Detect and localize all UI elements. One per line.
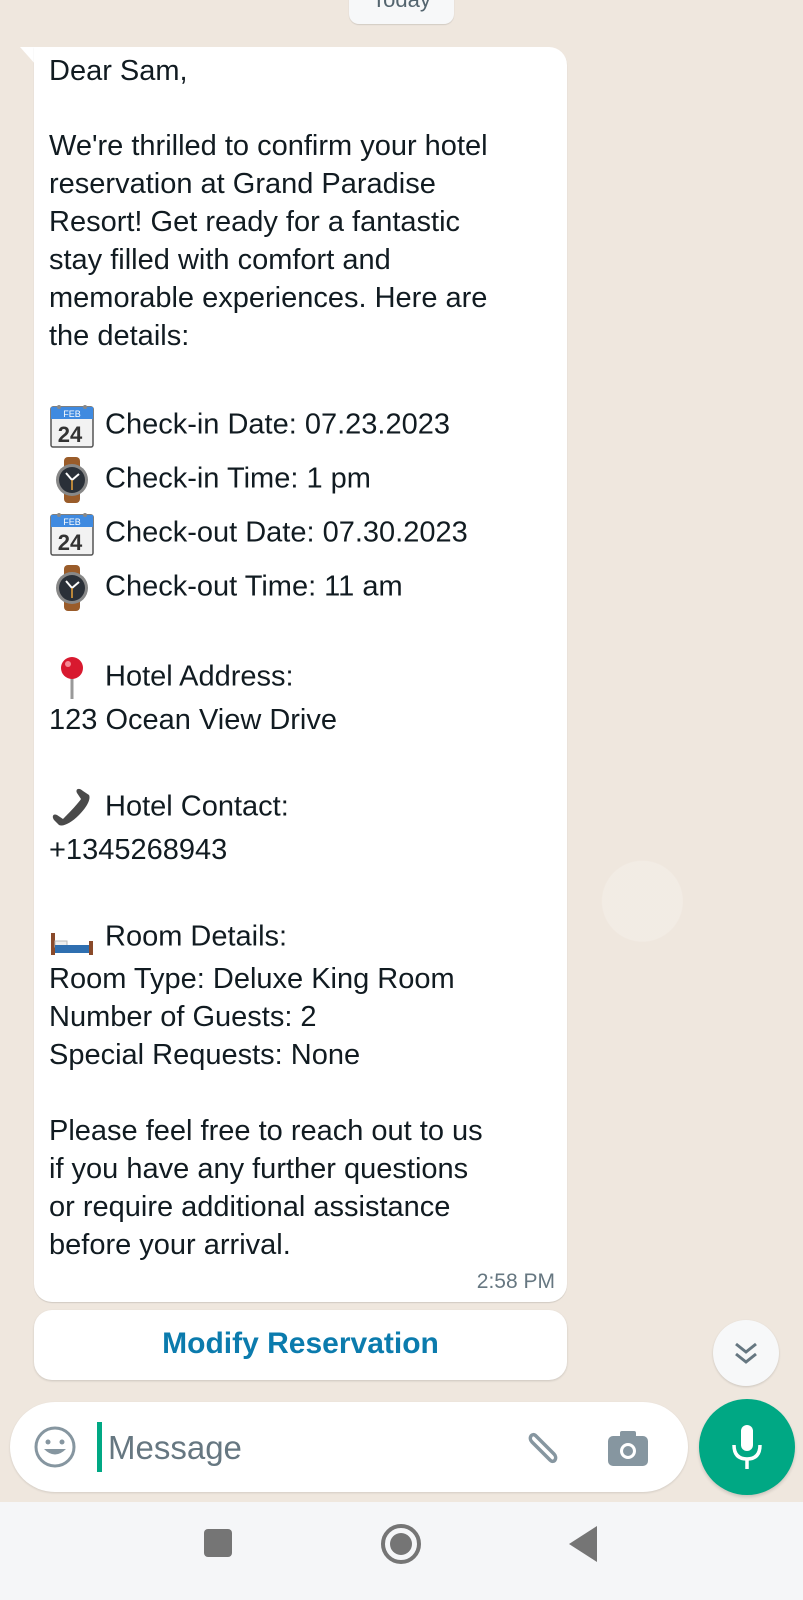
room-heading: Room Details: [49, 915, 287, 961]
detail-text: Check-in Time: 1 pm [105, 462, 371, 495]
svg-text:FEB: FEB [63, 409, 81, 419]
message-composer [10, 1402, 688, 1492]
system-navigation-bar [0, 1502, 803, 1600]
detail-checkout-date: FEB 24 Check-out Date: 07.30.2023 [49, 511, 468, 557]
closing-line: or require additional assistance [49, 1191, 451, 1223]
double-chevron-down-icon [735, 1342, 757, 1364]
intro-line: the details: [49, 320, 190, 352]
text-cursor [97, 1422, 102, 1472]
room-line: Special Requests: None [49, 1039, 361, 1071]
calendar-icon: FEB 24 [49, 511, 97, 557]
recents-icon[interactable] [202, 1527, 234, 1559]
telephone-receiver-icon [49, 785, 97, 831]
greeting: Dear Sam, [49, 55, 188, 87]
detail-text: Check-in Date: 07.23.2023 [105, 408, 450, 441]
room-line: Number of Guests: 2 [49, 1001, 317, 1033]
room-line: Room Type: Deluxe King Room [49, 963, 455, 995]
intro-line: reservation at Grand Paradise [49, 168, 436, 200]
microphone-icon [732, 1425, 762, 1469]
emoji-icon[interactable] [32, 1424, 78, 1470]
detail-checkin-date: FEB 24 Check-in Date: 07.23.2023 [49, 403, 450, 449]
svg-text:FEB: FEB [63, 517, 81, 527]
scroll-to-bottom-button[interactable] [713, 1320, 779, 1386]
voice-message-button[interactable] [699, 1399, 795, 1495]
detail-text: Check-out Date: 07.30.2023 [105, 516, 468, 549]
date-chip: Today [349, 0, 454, 24]
back-icon[interactable] [567, 1524, 599, 1564]
modify-reservation-button[interactable]: Modify Reservation [34, 1310, 567, 1380]
message-timestamp: 2:58 PM [476, 1270, 555, 1293]
message-input[interactable] [98, 1420, 510, 1476]
contact-value[interactable]: +1345268943 [49, 831, 227, 869]
calendar-icon: FEB 24 [49, 403, 97, 449]
attachment-icon[interactable] [518, 1424, 564, 1470]
watch-icon [49, 457, 97, 503]
svg-text:24: 24 [58, 530, 83, 555]
intro-line: Resort! Get ready for a fantastic [49, 206, 461, 238]
contact-heading: Hotel Contact: [49, 785, 289, 831]
home-icon[interactable] [379, 1522, 423, 1566]
address-heading: Hotel Address: [49, 655, 294, 701]
detail-text: Check-out Time: 11 am [105, 570, 403, 603]
svg-text:24: 24 [58, 422, 83, 447]
detail-checkin-time: Check-in Time: 1 pm [49, 457, 371, 503]
watch-icon [49, 565, 97, 611]
camera-icon[interactable] [606, 1426, 650, 1470]
closing-line: Please feel free to reach out to us [49, 1115, 483, 1147]
address-label: Hotel Address: [105, 660, 294, 693]
intro-line: stay filled with comfort and [49, 244, 391, 276]
intro-line: We're thrilled to confirm your hotel [49, 130, 488, 162]
address-value: 123 Ocean View Drive [49, 704, 338, 736]
room-label: Room Details: [105, 920, 288, 953]
bed-icon [49, 915, 97, 961]
pushpin-icon [49, 655, 97, 701]
detail-checkout-time: Check-out Time: 11 am [49, 565, 403, 611]
closing-line: before your arrival. [49, 1229, 291, 1261]
contact-label: Hotel Contact: [105, 790, 289, 823]
intro-line: memorable experiences. Here are [49, 282, 488, 314]
closing-line: if you have any further questions [49, 1153, 469, 1185]
